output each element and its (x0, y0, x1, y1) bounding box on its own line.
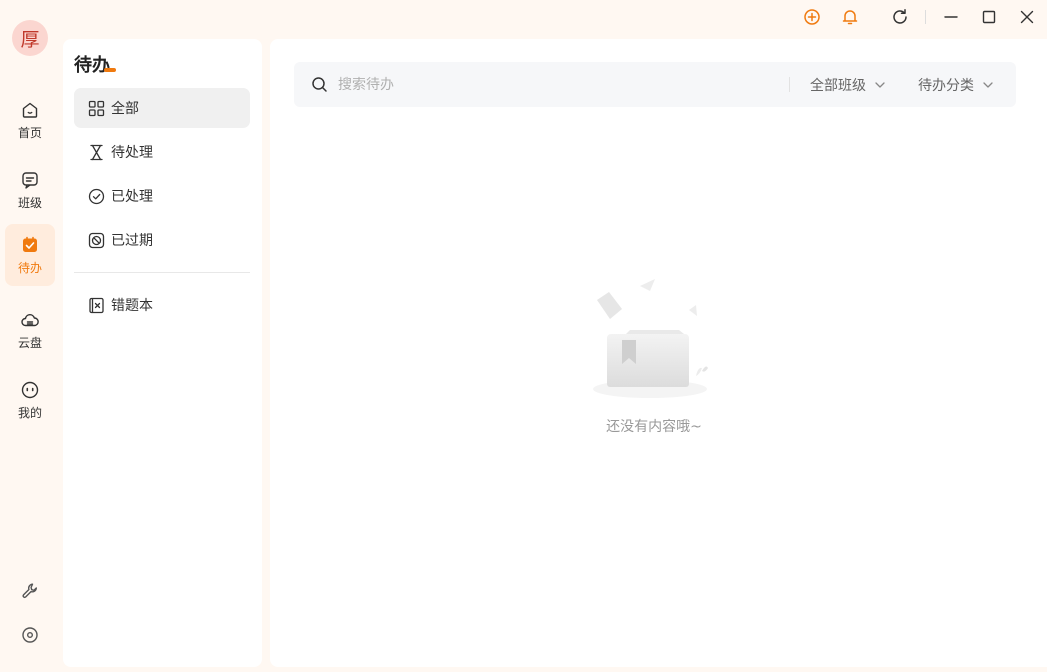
nav-item-home[interactable]: 首页 (5, 89, 55, 151)
title-accent-mark (104, 68, 116, 72)
hourglass-icon (90, 144, 103, 160)
search-icon (312, 77, 327, 92)
check-circle-icon (88, 188, 105, 204)
expired-icon (88, 232, 105, 248)
wrong-book-icon (89, 297, 104, 313)
empty-box-illustration (593, 279, 708, 398)
refresh-icon[interactable] (890, 7, 910, 27)
bell-icon[interactable] (840, 7, 860, 27)
class-icon (22, 171, 38, 189)
wrench-icon[interactable] (20, 581, 40, 601)
chevron-down-icon (875, 81, 885, 88)
class-filter-label: 全部班级 (810, 77, 866, 94)
chevron-down-icon (983, 81, 993, 88)
menu-item-all[interactable]: 全部 (74, 88, 250, 128)
cloud-icon (21, 313, 39, 326)
menu-item-wrong-book[interactable]: 错题本 (74, 285, 250, 325)
todo-icon (23, 236, 37, 252)
nav-label: 我的 (17, 405, 42, 420)
grid-icon (88, 100, 105, 116)
menu-item-pending[interactable]: 待处理 (74, 132, 250, 172)
nav-label: 班级 (17, 195, 42, 210)
titlebar-divider (925, 10, 926, 24)
avatar[interactable]: 厚 (12, 20, 48, 56)
class-filter-dropdown[interactable]: 全部班级 (810, 73, 886, 96)
panel-divider (74, 272, 250, 273)
close-icon[interactable] (1017, 7, 1037, 27)
menu-label: 待处理 (111, 145, 153, 161)
nav-item-class[interactable]: 班级 (5, 159, 55, 221)
menu-label: 已处理 (111, 189, 153, 205)
menu-label: 已过期 (111, 233, 153, 249)
menu-label: 全部 (111, 101, 139, 117)
search-bar: 全部班级 待办分类 (294, 62, 1016, 107)
nav-item-cloud[interactable]: 云盘 (5, 299, 55, 361)
profile-icon (21, 381, 39, 398)
category-filter-dropdown[interactable]: 待办分类 (918, 73, 994, 96)
empty-state-message: 还没有内容哦~ (606, 419, 702, 435)
left-rail: 厚 首页 班级 待办 云盘 我的 (0, 0, 60, 672)
nav-label: 首页 (17, 125, 42, 140)
maximize-icon[interactable] (979, 7, 999, 27)
minimize-icon[interactable] (941, 7, 961, 27)
search-input[interactable] (338, 72, 758, 97)
menu-label: 错题本 (111, 298, 153, 314)
settings-icon[interactable] (20, 625, 40, 645)
nav-item-profile[interactable]: 我的 (5, 369, 55, 431)
menu-item-processed[interactable]: 已处理 (74, 176, 250, 216)
main-content: 全部班级 待办分类 还没有内容哦~ (270, 39, 1047, 667)
nav-item-todo[interactable]: 待办 (5, 224, 55, 286)
todo-panel: 待办 全部 待处理 已处理 已过期 错题本 (63, 39, 262, 667)
nav-label: 云盘 (17, 335, 42, 350)
category-filter-label: 待办分类 (918, 77, 974, 94)
nav-label: 待办 (17, 260, 42, 275)
menu-item-expired[interactable]: 已过期 (74, 220, 250, 260)
add-icon[interactable] (802, 7, 822, 27)
panel-title: 待办 (74, 55, 110, 76)
home-icon (22, 102, 38, 118)
search-divider (789, 77, 790, 92)
